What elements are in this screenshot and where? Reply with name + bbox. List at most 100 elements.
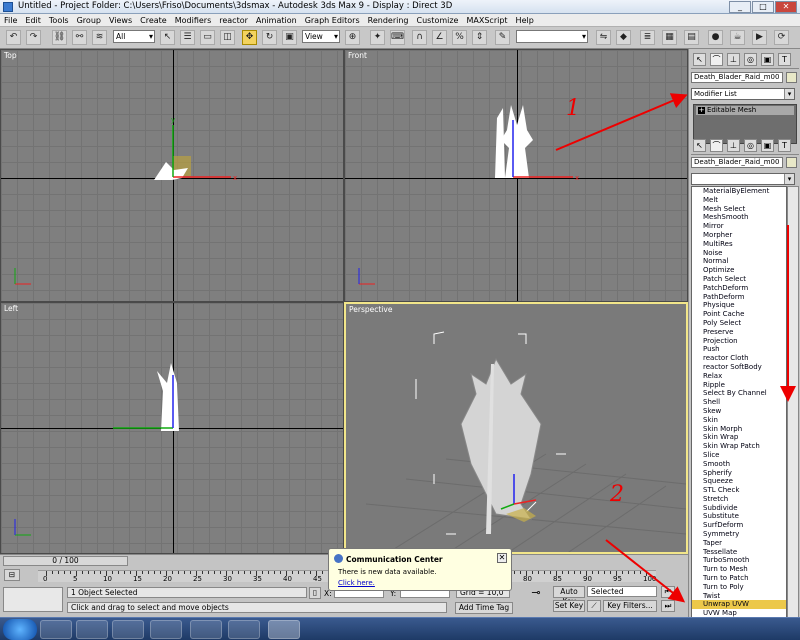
menu-help[interactable]: Help — [512, 14, 538, 27]
manipulate-icon[interactable]: ✦ — [370, 30, 385, 45]
menu-modifiers[interactable]: Modifiers — [171, 14, 216, 27]
chevron-down-icon[interactable]: ▾ — [784, 174, 794, 184]
dropdown-scrollbar[interactable] — [787, 186, 799, 640]
modifier-option[interactable]: Skew — [692, 407, 786, 416]
viewport-front[interactable]: Front x — [344, 49, 688, 302]
modifier-option[interactable]: SurfDeform — [692, 521, 786, 530]
taskbar-firefox-icon[interactable] — [150, 620, 182, 639]
object-name-field-2[interactable]: Death_Blader_Raid_m00 — [691, 157, 783, 168]
key-tangent-icon[interactable]: ⟋ — [587, 600, 601, 612]
menu-rendering[interactable]: Rendering — [364, 14, 413, 27]
modifier-option[interactable]: Normal — [692, 257, 786, 266]
maxscript-listener[interactable] — [3, 587, 63, 612]
track-bar-toggle-icon[interactable]: ⊟ — [4, 569, 20, 581]
modifier-option[interactable]: Subdivide — [692, 504, 786, 513]
set-key-button[interactable]: Set Key — [553, 600, 585, 612]
menu-tools[interactable]: Tools — [45, 14, 73, 27]
modifier-option[interactable]: Patch Select — [692, 275, 786, 284]
bind-space-warp-icon[interactable]: ≋ — [92, 30, 107, 45]
stack-item-editable-mesh[interactable]: + Editable Mesh — [696, 106, 794, 115]
layer-manager-icon[interactable]: ≣ — [640, 30, 655, 45]
modifier-option[interactable]: Turn to Patch — [692, 574, 786, 583]
viewport-perspective[interactable]: Perspective — [344, 302, 688, 554]
menu-group[interactable]: Group — [73, 14, 105, 27]
modifier-option[interactable]: Stretch — [692, 495, 786, 504]
modifier-option[interactable]: Shell — [692, 398, 786, 407]
taskbar-messenger-icon[interactable] — [112, 620, 144, 639]
object-color-swatch[interactable] — [786, 72, 797, 83]
modifier-option[interactable]: Slice — [692, 451, 786, 460]
modifier-option[interactable]: Ripple — [692, 381, 786, 390]
modifier-option[interactable]: Relax — [692, 372, 786, 381]
modifier-option[interactable]: MeshSmooth — [692, 213, 786, 222]
expand-icon[interactable]: + — [698, 107, 705, 114]
modifier-option[interactable]: Smooth — [692, 460, 786, 469]
modifier-option[interactable]: reactor SoftBody — [692, 363, 786, 372]
selection-filter-select[interactable]: All — [113, 30, 155, 43]
menu-maxscript[interactable]: MAXScript — [462, 14, 511, 27]
percent-snap-icon[interactable]: % — [452, 30, 467, 45]
viewport-label-perspective[interactable]: Perspective — [349, 305, 392, 314]
render-last-icon[interactable]: ⟳ — [774, 30, 789, 45]
modifier-option[interactable]: MaterialByElement — [692, 187, 786, 196]
modifier-option[interactable]: Turn to Mesh — [692, 565, 786, 574]
modifier-option[interactable]: Projection — [692, 337, 786, 346]
create-tab-icon[interactable]: ↖ — [693, 53, 706, 66]
taskbar-program2-icon[interactable] — [228, 620, 260, 639]
modifier-option[interactable]: Push — [692, 345, 786, 354]
key-icon[interactable]: ⊸ — [525, 587, 547, 600]
modifier-option[interactable]: Point Cache — [692, 310, 786, 319]
modifier-option[interactable]: Tessellate — [692, 548, 786, 557]
modifier-option[interactable]: Preserve — [692, 328, 786, 337]
modifier-option[interactable]: Skin Wrap Patch — [692, 442, 786, 451]
modifier-option[interactable]: Mesh Select — [692, 205, 786, 214]
minimize-button[interactable]: _ — [729, 1, 751, 13]
modifier-dropdown-select[interactable]: ▾ — [691, 173, 795, 185]
material-editor-icon[interactable]: ● — [708, 30, 723, 45]
modifier-option[interactable]: Symmetry — [692, 530, 786, 539]
align-icon[interactable]: ◆ — [616, 30, 631, 45]
taskbar-ie-icon[interactable] — [40, 620, 72, 639]
add-time-tag-button[interactable]: Add Time Tag — [455, 602, 513, 614]
key-filters-button[interactable]: Key Filters... — [603, 600, 657, 612]
display-tab-icon[interactable]: ▣ — [761, 139, 774, 152]
modifier-option[interactable]: Taper — [692, 539, 786, 548]
utilities-tab-icon[interactable]: T — [778, 139, 791, 152]
modify-tab-icon[interactable]: ⌒ — [710, 53, 723, 66]
redo-icon[interactable]: ↷ — [26, 30, 41, 45]
edit-named-sel-icon[interactable]: ✎ — [495, 30, 510, 45]
viewport-label-front[interactable]: Front — [348, 51, 367, 60]
undo-icon[interactable]: ↶ — [6, 30, 21, 45]
modifier-option[interactable]: STL Check — [692, 486, 786, 495]
rect-selection-icon[interactable]: ▭ — [200, 30, 215, 45]
modifier-option[interactable]: PatchDeform — [692, 284, 786, 293]
utilities-tab-icon[interactable]: T — [778, 53, 791, 66]
taskbar-explorer-icon[interactable] — [76, 620, 108, 639]
modifier-option[interactable]: Noise — [692, 249, 786, 258]
select-object-icon[interactable]: ↖ — [160, 30, 175, 45]
menu-reactor[interactable]: reactor — [215, 14, 252, 27]
popup-close-button[interactable]: ✕ — [497, 553, 507, 563]
modifier-option[interactable]: Skin Morph — [692, 425, 786, 434]
modifier-option[interactable]: Skin Wrap — [692, 433, 786, 442]
modifier-option[interactable]: Optimize — [692, 266, 786, 275]
unlink-icon[interactable]: ⚯ — [72, 30, 87, 45]
modifier-option[interactable]: Spherify — [692, 469, 786, 478]
rotate-icon[interactable]: ↻ — [262, 30, 277, 45]
modifier-option[interactable]: Select By Channel — [692, 389, 786, 398]
named-selection-select[interactable] — [516, 30, 588, 43]
viewport-top[interactable]: Top x y — [0, 49, 344, 302]
schematic-view-icon[interactable]: ▤ — [684, 30, 699, 45]
viewport-label-left[interactable]: Left — [4, 304, 18, 313]
start-button[interactable] — [3, 619, 37, 640]
modifier-option[interactable]: reactor Cloth — [692, 354, 786, 363]
display-tab-icon[interactable]: ▣ — [761, 53, 774, 66]
modifier-option[interactable]: Squeeze — [692, 477, 786, 486]
time-slider[interactable]: 0 / 100 — [3, 556, 128, 566]
lock-selection-icon[interactable]: ▯ — [309, 587, 321, 599]
viewport-left[interactable]: Left — [0, 302, 344, 554]
modifier-option[interactable]: Turn to Poly — [692, 583, 786, 592]
auto-key-button[interactable]: Auto Key — [553, 586, 585, 606]
modifier-option[interactable]: Twist — [692, 592, 786, 601]
quick-render-icon[interactable]: ▶ — [752, 30, 767, 45]
